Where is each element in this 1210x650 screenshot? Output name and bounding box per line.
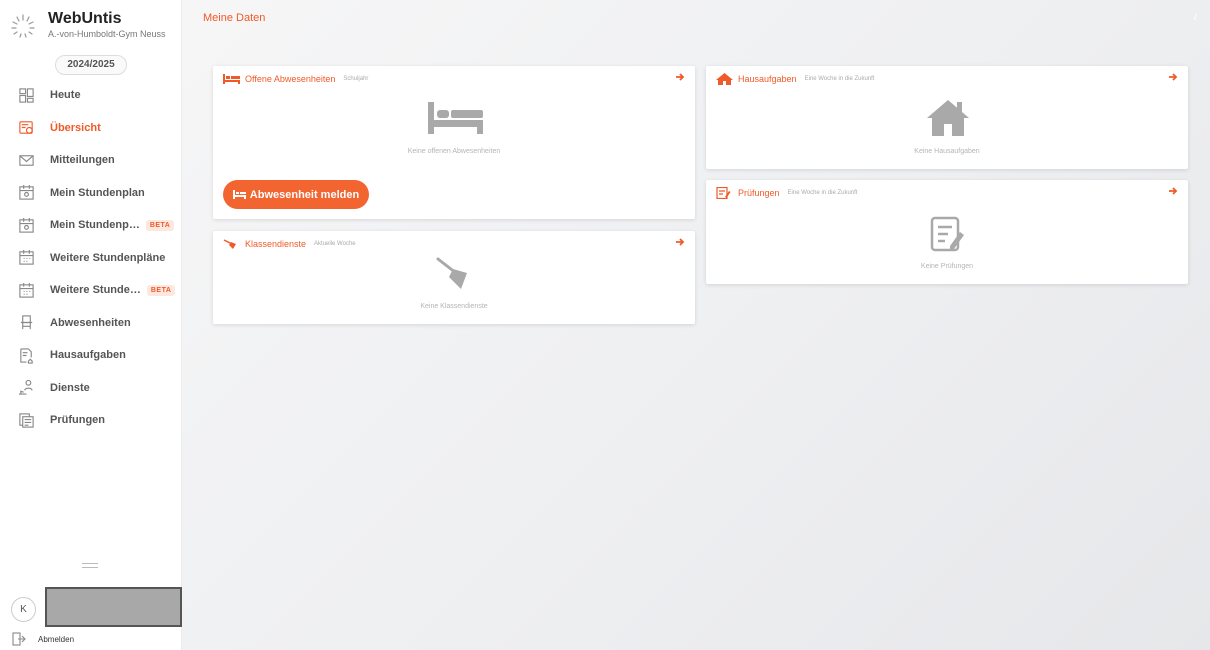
nav-label: Weitere Stundenpläne [50, 251, 166, 264]
beta-badge: BETA [145, 219, 175, 231]
broom-icon [223, 239, 236, 249]
nav-label: Dienste [50, 381, 90, 394]
empty-state-text: Keine Klassendienste [420, 303, 488, 310]
user-name-redacted[interactable] [45, 587, 182, 627]
nav-item-mein-stundenplan[interactable]: Mein Stundenplan [0, 177, 182, 210]
nav-item-pruefungen[interactable]: Prüfungen [0, 404, 182, 437]
arrow-right-icon[interactable] [675, 237, 685, 247]
overview-icon [16, 118, 36, 138]
nav-label: Heute [50, 89, 81, 102]
homework-card: Hausaufgaben Eine Woche in die Zukunft K… [706, 66, 1188, 169]
brand[interactable]: WebUntis A.-von-Humboldt-Gym Neuss [8, 10, 166, 42]
corner-mark [1191, 14, 1198, 20]
calendar-user-icon [16, 215, 36, 235]
arrow-right-icon[interactable] [1168, 186, 1178, 196]
exam-icon [716, 187, 731, 199]
dashboard-icon [16, 85, 36, 105]
card-subtitle: Aktuelle Woche [314, 241, 356, 247]
logout-label: Abmelden [38, 634, 75, 644]
bed-icon [232, 190, 246, 199]
school-year-selector[interactable]: 2024/2025 [55, 55, 127, 75]
card-title: Hausaufgaben [738, 74, 797, 84]
nav-label: Mitteilungen [50, 154, 115, 167]
beta-badge: BETA [146, 284, 176, 296]
logout-button[interactable]: Abmelden [12, 632, 74, 646]
app-name: WebUntis [48, 10, 122, 27]
report-absence-label: Abwesenheit melden [249, 188, 360, 201]
card-title: Klassendienste [245, 239, 307, 249]
card-header: Hausaufgaben Eine Woche in die Zukunft [716, 73, 875, 85]
empty-state-text: Keine Hausaufgaben [914, 148, 980, 155]
bed-icon [223, 74, 240, 84]
absences-card: Offene Abwesenheiten Schuljahr Keine off… [213, 66, 695, 219]
avatar[interactable]: K [11, 597, 36, 622]
nav-item-weitere-stundenplaene-beta[interactable]: Weitere Stunde… BETA [0, 274, 182, 307]
duty-icon [16, 378, 36, 398]
main-content: Meine Daten Offene Abwesenheiten Schulja… [182, 0, 1210, 650]
nav-label: Mein Stundenplan [50, 186, 145, 199]
house-icon [716, 73, 733, 85]
card-title: Offene Abwesenheiten [245, 74, 336, 84]
homework-icon [16, 345, 36, 365]
nav-label: Übersicht [50, 121, 101, 134]
card-header: Offene Abwesenheiten Schuljahr [223, 73, 368, 85]
bed-icon [428, 102, 483, 134]
main-nav: Heute Übersicht Mitteilungen Mein Stunde… [0, 79, 182, 437]
logout-icon [12, 632, 26, 646]
empty-state-text: Keine Prüfungen [920, 263, 974, 270]
nav-item-weitere-stundenplaene[interactable]: Weitere Stundenpläne [0, 242, 182, 275]
house-icon [927, 100, 969, 136]
arrow-right-icon[interactable] [675, 72, 685, 82]
card-subtitle: Schuljahr [343, 76, 369, 82]
nav-label: Weitere Stunde… [50, 284, 141, 297]
report-absence-button[interactable]: Abwesenheit melden [223, 180, 369, 209]
card-header: Klassendienste Aktuelle Woche [223, 238, 356, 250]
nav-item-uebersicht[interactable]: Übersicht [0, 112, 182, 145]
sidebar: WebUntis A.-von-Humboldt-Gym Neuss 2024/… [0, 0, 182, 650]
nav-item-hausaufgaben[interactable]: Hausaufgaben [0, 339, 182, 372]
arrow-right-icon[interactable] [1168, 72, 1178, 82]
nav-item-mein-stundenplan-beta[interactable]: Mein Stundenp… BETA [0, 209, 182, 242]
card-subtitle: Eine Woche in die Zukunft [787, 190, 858, 196]
nav-item-abwesenheiten[interactable]: Abwesenheiten [0, 307, 182, 340]
nav-label: Abwesenheiten [50, 316, 131, 329]
nav-item-dienste[interactable]: Dienste [0, 372, 182, 405]
nav-label: Hausaufgaben [50, 349, 126, 362]
nav-label: Mein Stundenp… [50, 219, 140, 232]
calendar-user-icon [16, 183, 36, 203]
exam-icon [930, 216, 964, 252]
page-title: Meine Daten [203, 12, 266, 24]
chair-icon [16, 313, 36, 333]
broom-icon [436, 257, 467, 289]
card-title: Prüfungen [738, 188, 780, 198]
calendar-grid-icon [16, 280, 36, 300]
nav-item-mitteilungen[interactable]: Mitteilungen [0, 144, 182, 177]
nav-item-heute[interactable]: Heute [0, 79, 182, 112]
nav-label: Prüfungen [50, 414, 105, 427]
card-header: Prüfungen Eine Woche in die Zukunft [716, 187, 857, 199]
webuntis-logo-icon [11, 14, 35, 38]
empty-state-text: Keine offenen Abwesenheiten [407, 148, 501, 155]
card-subtitle: Eine Woche in die Zukunft [804, 76, 875, 82]
school-name: A.-von-Humboldt-Gym Neuss [48, 29, 166, 39]
sidebar-drag-handle[interactable] [82, 563, 98, 571]
exams-card: Prüfungen Eine Woche in die Zukunft Kein… [706, 180, 1188, 284]
calendar-grid-icon [16, 248, 36, 268]
mail-icon [16, 150, 36, 170]
exams-icon [16, 410, 36, 430]
duties-card: Klassendienste Aktuelle Woche Keine Klas… [213, 231, 695, 324]
